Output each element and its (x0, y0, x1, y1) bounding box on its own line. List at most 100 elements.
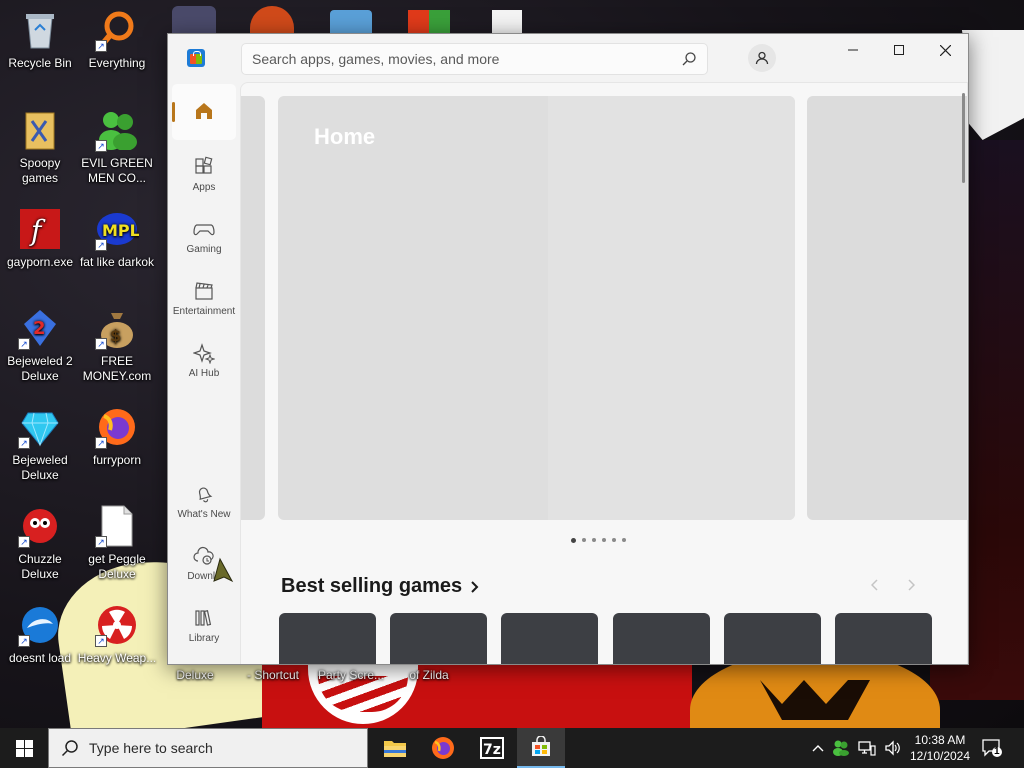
nav-gaming[interactable]: Gaming (172, 212, 236, 268)
maximize-button[interactable] (876, 34, 922, 66)
nav-whats-new[interactable]: What's New (172, 477, 236, 533)
chevron-up-icon[interactable] (812, 744, 824, 752)
title-bar[interactable] (168, 34, 968, 82)
game-card[interactable] (501, 613, 598, 664)
green-men-icon: ↗ (95, 108, 139, 152)
flash-icon: f (18, 207, 62, 251)
partial-desktop-icon[interactable] (330, 10, 372, 34)
desktop-icon-everything[interactable]: ↗ Everything (77, 8, 157, 71)
search-icon[interactable] (681, 51, 697, 67)
cursor-icon (213, 557, 234, 583)
notification-center-button[interactable]: 1 (982, 738, 1002, 758)
section-nav-arrows (871, 579, 915, 591)
desktop-icon-gayporn-exe[interactable]: f gayporn.exe (0, 207, 80, 270)
game-card[interactable] (724, 613, 821, 664)
nav-home[interactable] (172, 84, 236, 140)
nav-entertainment[interactable]: Entertainment (172, 274, 236, 330)
nav-label: Library (188, 633, 220, 644)
desktop-icon-spoopy-games[interactable]: Spoopy games (0, 108, 80, 186)
arrow-left-icon[interactable] (871, 579, 879, 591)
section-best-selling-games[interactable]: Best selling games (281, 575, 480, 598)
network-icon[interactable] (858, 740, 876, 756)
svg-text:2: 2 (33, 318, 46, 339)
carousel-dot[interactable] (582, 538, 586, 542)
desktop-icon-doesnt-load[interactable]: ↗ doesnt load (0, 603, 80, 666)
bejeweled2-icon: 2 ↗ (18, 306, 62, 350)
desktop-icon-bejeweled-2[interactable]: 2 ↗ Bejeweled 2 Deluxe (0, 306, 80, 384)
desktop-icon-label-partial[interactable]: - Shortcut (233, 668, 313, 683)
carousel-dot[interactable] (622, 538, 626, 542)
desktop-icon-label: Deluxe (176, 668, 214, 682)
game-card[interactable] (613, 613, 710, 664)
green-men-tray-icon[interactable] (832, 740, 850, 756)
store-content: Home Best selling games (240, 82, 968, 664)
desktop-icon-free-money[interactable]: $ ↗ FREE MONEY.com (77, 306, 157, 384)
svg-text:$: $ (110, 326, 121, 345)
desktop-icon-heavy-weapon[interactable]: ↗ Heavy Weap... (77, 603, 157, 666)
firefox-icon: ↗ (95, 405, 139, 449)
desktop-icon-label-partial[interactable]: Deluxe (155, 668, 235, 683)
start-button[interactable] (0, 728, 48, 768)
nav-label: AI Hub (188, 368, 220, 379)
desktop-icon-label-partial[interactable]: of Zilda (389, 668, 469, 683)
nav-apps[interactable]: Apps (172, 150, 236, 206)
scrollbar-thumb[interactable] (962, 93, 965, 183)
carousel-dot[interactable] (602, 538, 606, 542)
desktop-icon-label: Party Scre... (317, 668, 385, 682)
hero-next-card[interactable] (807, 96, 967, 520)
apps-icon (195, 156, 213, 174)
carousel-dots (571, 538, 626, 543)
desktop-icon-label: Everything (88, 56, 146, 70)
clock-date: 12/10/2024 (909, 749, 971, 763)
minimize-button[interactable] (830, 34, 876, 66)
desktop-icon-label: Bejeweled 2 Deluxe (7, 354, 73, 383)
carousel-dot[interactable] (612, 538, 616, 542)
game-card[interactable] (279, 613, 376, 664)
taskbar-file-explorer[interactable] (371, 728, 419, 768)
nav-downloads[interactable]: Downlo (172, 539, 236, 595)
desktop-icon-bejeweled[interactable]: ↗ Bejeweled Deluxe (0, 405, 80, 483)
desktop-icon-label-partial[interactable]: Party Scre... (311, 668, 391, 683)
partial-desktop-icon[interactable] (250, 6, 294, 34)
carousel-dot[interactable] (571, 538, 576, 543)
close-button[interactable] (922, 34, 968, 66)
store-search-input[interactable] (242, 44, 662, 74)
nav-library[interactable]: Library (172, 601, 236, 657)
nav-ai-hub[interactable]: AI Hub (172, 336, 236, 392)
game-card[interactable] (835, 613, 932, 664)
nav-label: Gaming (186, 244, 222, 255)
desktop-icon-label: Recycle Bin (8, 56, 72, 70)
desktop-icon-label: Bejeweled Deluxe (12, 453, 68, 482)
desktop-icon-get-peggle[interactable]: ↗ get Peggle Deluxe (77, 504, 157, 582)
desktop-icon-fat-like-darkok[interactable]: MPL ↗ fat like darkok (77, 207, 157, 270)
desktop-icon-label: EVIL GREEN MEN CO... (81, 156, 153, 185)
gamepad-icon (193, 224, 215, 236)
taskbar-microsoft-store[interactable] (517, 728, 565, 768)
nav-label: Apps (192, 182, 216, 193)
store-search-box[interactable] (241, 43, 708, 75)
taskbar-clock[interactable]: 10:38 AM 12/10/2024 (908, 732, 972, 764)
partial-desktop-icon[interactable] (172, 6, 216, 34)
hero-banner[interactable]: Home (278, 96, 795, 520)
profile-button[interactable] (748, 44, 776, 72)
search-icon (61, 740, 78, 757)
desktop-icon-label: - Shortcut (246, 668, 300, 682)
carousel-dot[interactable] (592, 538, 596, 542)
hero-prev-card[interactable] (241, 96, 265, 520)
taskbar-7zip[interactable]: 7z (468, 728, 516, 768)
volume-icon[interactable] (884, 740, 902, 756)
desktop-icon-evil-green-men[interactable]: ↗ EVIL GREEN MEN CO... (77, 108, 157, 186)
taskbar-search-box[interactable]: Type here to search (48, 728, 368, 768)
arrow-right-icon[interactable] (907, 579, 915, 591)
partial-desktop-icon[interactable] (408, 10, 450, 34)
bell-icon (198, 487, 213, 503)
partial-desktop-icon[interactable] (492, 10, 522, 34)
desktop-icon-chuzzle[interactable]: ↗ Chuzzle Deluxe (0, 504, 80, 582)
taskbar-firefox[interactable] (419, 728, 467, 768)
desktop-icon-furryporn[interactable]: ↗ furryporn (77, 405, 157, 468)
game-card[interactable] (390, 613, 487, 664)
user-icon (755, 51, 769, 65)
desktop-icon-label: FREE MONEY.com (82, 354, 152, 383)
store-logo-icon (187, 49, 205, 67)
desktop-icon-recycle-bin[interactable]: Recycle Bin (0, 8, 80, 71)
